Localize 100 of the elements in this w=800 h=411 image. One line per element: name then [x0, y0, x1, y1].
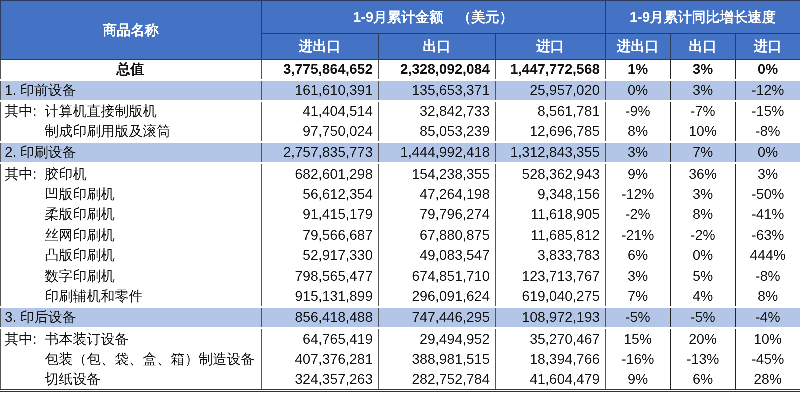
table-cell: -50% [736, 184, 800, 204]
table-cell: -2% [670, 225, 736, 246]
table-cell: 7% [670, 142, 736, 164]
table-cell: 79,566,687 [262, 225, 378, 246]
category-cell: 3. 印后设备 [0, 307, 262, 328]
table-cell: 15% [606, 328, 671, 350]
table-cell: 47,264,198 [378, 184, 496, 204]
column-header: 出口 [670, 34, 736, 60]
row-prefix: 其中: [5, 164, 38, 184]
table-cell: 0% [736, 142, 800, 164]
row-label: 切纸设备 [45, 370, 101, 387]
table-cell: -21% [606, 225, 671, 246]
column-header: 进出口 [262, 34, 378, 60]
row-label: 包装（包、袋、盒、箱）制造设备 [45, 350, 255, 367]
table-cell: 79,796,274 [378, 204, 496, 226]
table-cell: 1,444,992,418 [378, 142, 496, 164]
table-cell: 674,851,710 [378, 266, 496, 287]
table-cell: 108,972,193 [496, 307, 606, 328]
table-cell: 3% [606, 266, 671, 287]
row-label: 制成印刷用版及滚筒 [45, 122, 171, 139]
table-cell: 56,612,354 [262, 184, 378, 204]
row-label: 胶印机 [45, 166, 87, 182]
table-cell: 123,713,767 [496, 266, 606, 287]
row-label: 书本装订设备 [45, 330, 129, 347]
table-cell: 3,833,783 [496, 246, 606, 266]
table-cell: -16% [606, 349, 671, 370]
table-cell: 11,685,812 [496, 225, 606, 246]
table-cell: 18,394,766 [496, 349, 606, 370]
row-label: 柔版印刷机 [45, 206, 115, 222]
table-cell: 282,752,784 [378, 370, 496, 390]
table-cell: 3% [670, 184, 736, 204]
table-cell: 9,348,156 [496, 184, 606, 204]
table-cell: 682,601,298 [262, 163, 378, 184]
table-cell: 52,917,330 [262, 246, 378, 266]
column-header: 进口 [496, 34, 606, 60]
column-header: 商品名称 [0, 0, 262, 60]
table-cell: -63% [736, 225, 800, 246]
table-cell: 161,610,391 [262, 80, 378, 102]
table-cell: 5% [670, 266, 736, 287]
table-cell: 67,880,875 [378, 225, 496, 246]
category-cell: 2. 印刷设备 [0, 142, 262, 164]
table-cell: 747,446,295 [378, 307, 496, 328]
table-cell: 10% [736, 328, 800, 350]
table-cell: -8% [736, 266, 800, 287]
row-label: 丝网印刷机 [45, 226, 115, 243]
column-header: 出口 [378, 34, 496, 60]
table-cell: 0% [670, 246, 736, 266]
table-cell: 36% [670, 163, 736, 184]
table-cell: 49,083,547 [378, 246, 496, 266]
table-cell: -13% [670, 349, 736, 370]
table-cell: -12% [736, 80, 800, 102]
column-header: 进出口 [606, 34, 671, 60]
table-cell: 154,238,355 [378, 163, 496, 184]
table-cell: -12% [606, 184, 671, 204]
category-cell: 1. 印前设备 [0, 80, 262, 102]
table-cell: 407,376,281 [262, 349, 378, 370]
table-cell: 8% [670, 204, 736, 226]
table-cell: 528,362,943 [496, 163, 606, 184]
table-cell: 444% [736, 246, 800, 266]
table-cell: 856,418,488 [262, 307, 378, 328]
group-header: 1-9月累计同比增长速度 [606, 0, 800, 34]
table-cell: 3% [670, 80, 736, 102]
table-cell: 9% [606, 163, 671, 184]
table-cell: 798,565,477 [262, 266, 378, 287]
table-cell: 20% [670, 328, 736, 350]
row-label: 凸版印刷机 [45, 247, 115, 264]
table-cell: 3% [606, 142, 671, 164]
table-cell: 1,312,843,355 [496, 142, 606, 164]
table-cell: -7% [670, 101, 736, 122]
table-cell: 41,604,479 [496, 370, 606, 390]
table-cell: -5% [606, 307, 671, 328]
table-cell: -45% [736, 349, 800, 370]
table-cell: 9% [606, 370, 671, 390]
table-cell: -9% [606, 101, 671, 122]
table-cell: 32,842,733 [378, 101, 496, 122]
table-cell: 2,757,835,773 [262, 142, 378, 164]
table-cell: 64,765,419 [262, 328, 378, 350]
table-cell: 3% [736, 163, 800, 184]
table-cell: -5% [670, 307, 736, 328]
table-cell: 135,653,371 [378, 80, 496, 102]
table-cell: 0% [606, 80, 671, 102]
table-cell: 6% [670, 370, 736, 390]
row-label: 计算机直接制版机 [45, 103, 157, 120]
table-cell: 41,404,514 [262, 101, 378, 122]
table-cell: 324,357,263 [262, 370, 378, 390]
row-label: 数字印刷机 [45, 268, 115, 284]
table-cell: 29,494,952 [378, 328, 496, 350]
table-cell: -2% [606, 204, 671, 226]
row-prefix: 其中: [5, 330, 38, 349]
table-cell: 35,270,467 [496, 328, 606, 350]
table-cell: 6% [606, 246, 671, 266]
table-cell: -15% [736, 101, 800, 122]
table-cell: 25,957,020 [496, 80, 606, 102]
table-cell: 8,561,781 [496, 101, 606, 122]
table-cell: -41% [736, 204, 800, 226]
row-label: 凹版印刷机 [45, 186, 115, 202]
table-cell: 11,618,905 [496, 204, 606, 226]
row-label: 印刷辅机和零件 [45, 288, 143, 304]
table-cell: 388,981,515 [378, 349, 496, 370]
table-cell: -4% [736, 307, 800, 328]
